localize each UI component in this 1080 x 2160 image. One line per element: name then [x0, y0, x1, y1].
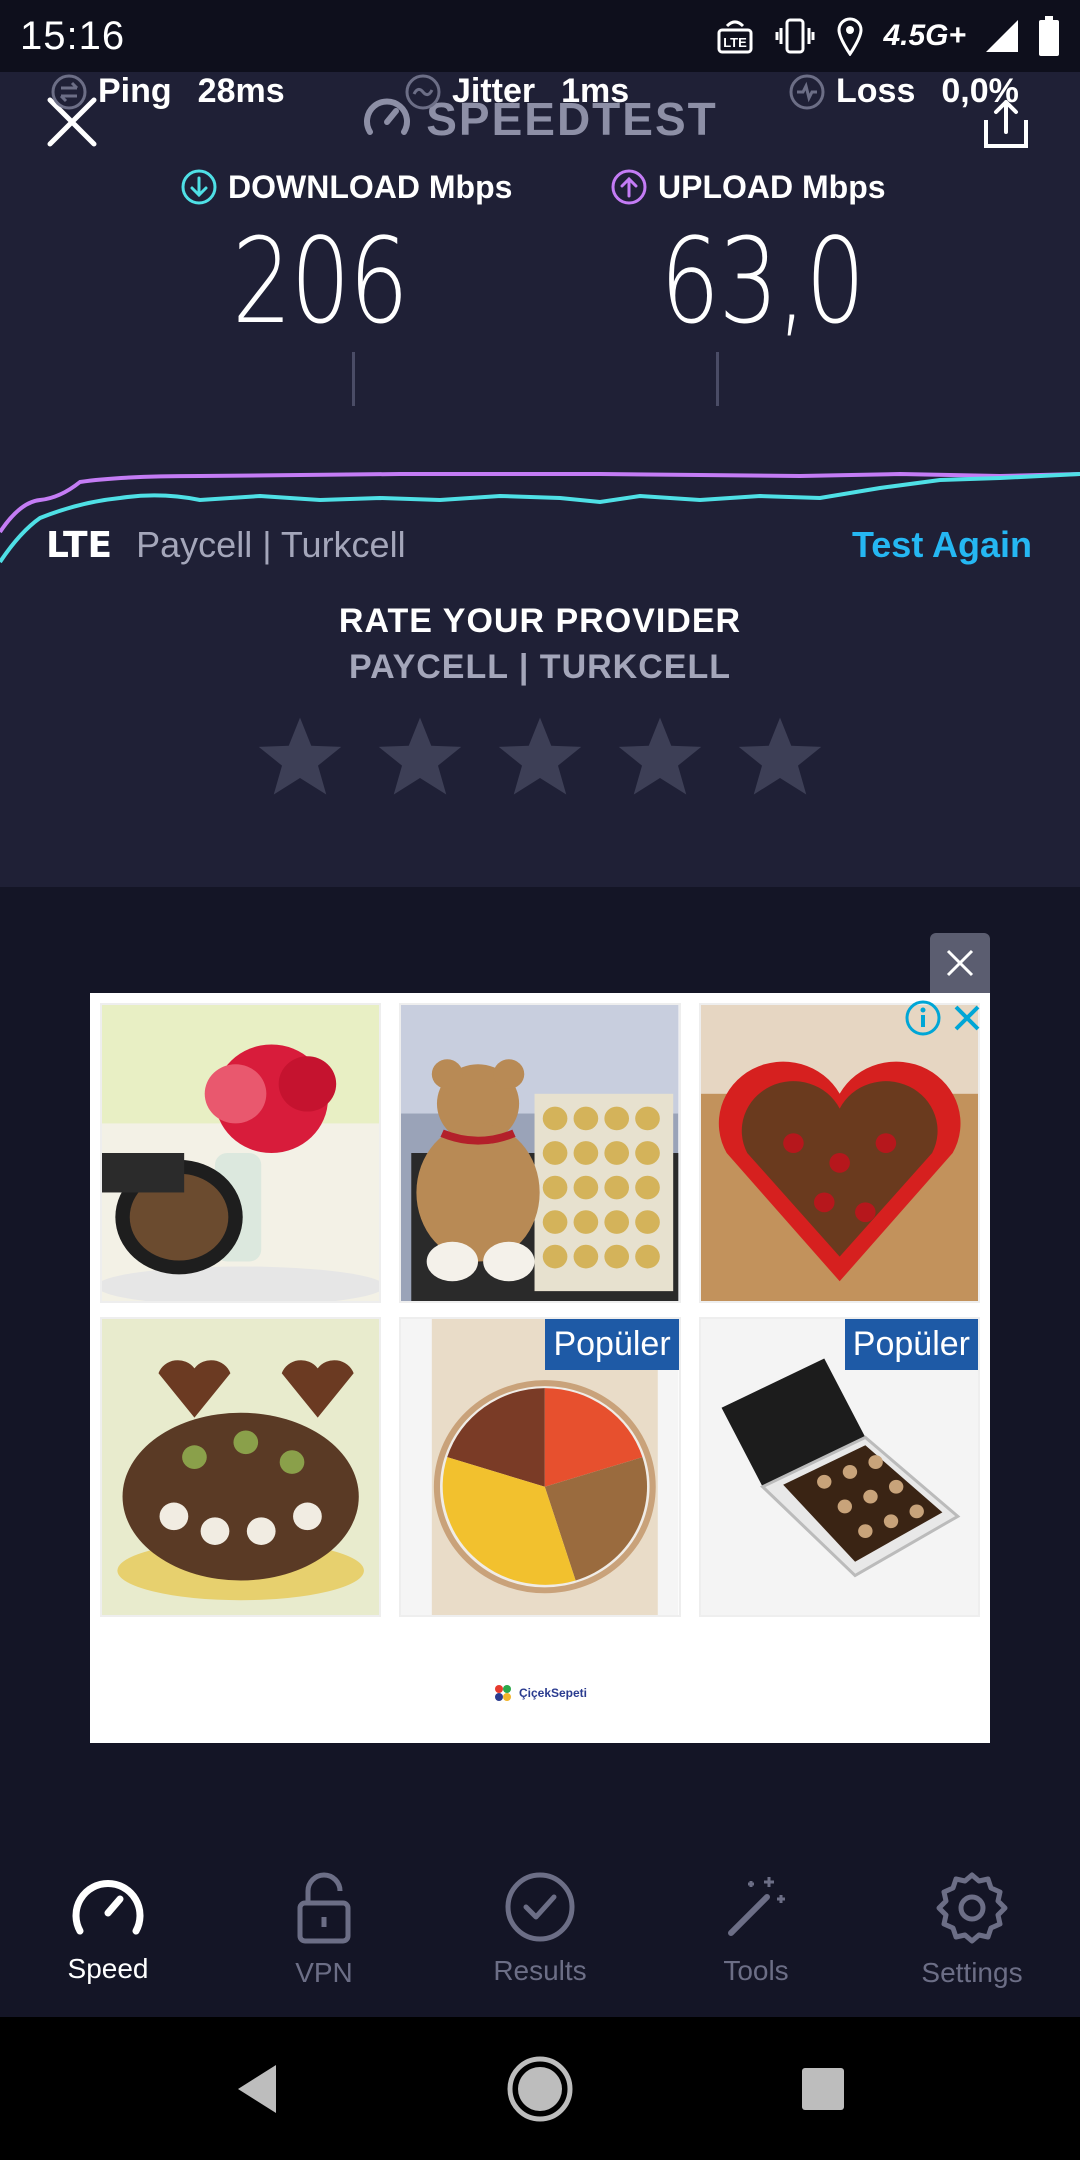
loss-stat: Loss 0,0%	[788, 72, 1019, 111]
nav-settings[interactable]: Settings	[864, 1847, 1080, 2017]
ping-value: 28ms	[197, 72, 285, 110]
volte-icon: LTE	[717, 20, 753, 54]
nav-vpn[interactable]: VPN	[216, 1847, 432, 2017]
nav-tools-label: Tools	[723, 1955, 789, 1986]
test-again-button[interactable]: Test Again	[852, 524, 1032, 566]
stat-divider	[716, 352, 719, 406]
loss-value: 0,0%	[941, 72, 1019, 110]
upload-label: UPLOAD Mbps	[658, 168, 886, 205]
jitter-icon	[405, 74, 441, 109]
download-arrow-icon	[181, 169, 217, 205]
signal-icon	[986, 20, 1018, 52]
stat-divider	[352, 352, 355, 406]
jitter-stat: Jitter 1ms	[404, 72, 629, 111]
download-value: 206	[232, 212, 409, 350]
ad-tile-heart-box[interactable]	[698, 1003, 980, 1303]
popular-badge: Popüler	[844, 1319, 978, 1370]
ad-area: Popüler Popüler ÇiçekSepeti	[0, 887, 1080, 1847]
speedometer-icon	[72, 1880, 144, 1935]
ad-product-grid: Popüler Popüler	[100, 1003, 980, 1617]
ad-tile-cake[interactable]	[100, 1317, 382, 1617]
nav-tools[interactable]: Tools	[648, 1847, 864, 2017]
teddy-bear-image	[401, 1005, 679, 1301]
connection-provider: Paycell | Turkcell	[136, 524, 406, 565]
gear-icon	[936, 1872, 1008, 1944]
home-icon[interactable]	[505, 2054, 575, 2124]
battery-icon	[1039, 16, 1059, 56]
nav-results-label: Results	[493, 1955, 587, 1986]
status-bar: 15:16 LTE 4.5G+	[0, 0, 1080, 72]
upload-arrow-icon	[611, 169, 647, 205]
ad-choices[interactable]	[904, 999, 984, 1037]
sponsor-name: ÇiçekSepeti	[518, 1686, 588, 1700]
star-3-icon[interactable]	[495, 712, 585, 802]
network-type-label: 4.5G+	[883, 19, 966, 52]
jitter-value: 1ms	[561, 72, 630, 110]
nav-vpn-label: VPN	[295, 1957, 353, 1988]
recents-icon[interactable]	[798, 2064, 848, 2114]
svg-text:LTE: LTE	[724, 35, 748, 50]
check-circle-icon	[505, 1872, 575, 1942]
sponsor-logo: ÇiçekSepeti	[90, 1683, 990, 1703]
magic-wand-icon	[728, 1877, 785, 1936]
unlock-icon	[297, 1872, 351, 1944]
ciceksepeti-logo-icon	[494, 1685, 511, 1701]
rating-stars	[0, 712, 1080, 802]
nav-settings-label: Settings	[921, 1957, 1023, 1988]
rate-title: RATE YOUR PROVIDER	[338, 602, 742, 640]
ping-icon	[51, 74, 87, 109]
download-header: DOWNLOAD Mbps	[180, 168, 512, 206]
ad-tile-teddy-bear[interactable]	[399, 1003, 681, 1303]
heart-box-image	[700, 1005, 978, 1301]
status-icons: LTE 4.5G+	[715, 16, 1060, 56]
upload-header: UPLOAD Mbps	[610, 168, 886, 206]
connection-info: LTE Paycell | Turkcell	[46, 524, 406, 566]
ad-tile-flowers-chocolates[interactable]	[100, 1003, 382, 1303]
loss-label: Loss	[836, 72, 916, 110]
close-icon	[946, 949, 974, 977]
star-1-icon[interactable]	[255, 712, 345, 802]
loss-icon	[789, 74, 825, 109]
info-icon[interactable]	[904, 999, 942, 1037]
connection-type: LTE	[46, 524, 113, 566]
rate-provider-name: PAYCELL | TURKCELL	[348, 648, 732, 686]
speedtest-panel: SPEEDTEST DOWNLOAD Mbps UPLOAD Mbps 206 …	[0, 72, 1080, 887]
upload-value: 63,0	[660, 212, 865, 350]
star-5-icon[interactable]	[735, 712, 825, 802]
ad-close-button[interactable]	[930, 933, 990, 993]
bottom-nav: Speed VPN Results Tools Settings	[0, 1847, 1080, 2017]
ad-dismiss-icon[interactable]	[950, 1001, 984, 1035]
star-4-icon[interactable]	[615, 712, 705, 802]
nav-speed[interactable]: Speed	[0, 1847, 216, 2017]
ping-stat: Ping 28ms	[50, 72, 285, 111]
screen: 15:16 LTE 4.5G+ SPEEDTEST DOWNLOAD Mbps …	[0, 0, 1080, 2160]
back-icon[interactable]	[232, 2061, 282, 2117]
popular-badge: Popüler	[545, 1319, 679, 1370]
ad-tile-candy-box[interactable]: Popüler	[399, 1317, 681, 1617]
ping-label: Ping	[98, 72, 172, 110]
status-time: 15:16	[20, 13, 126, 58]
chocolate-cake-image	[102, 1319, 380, 1615]
flowers-chocolate-image	[102, 1005, 380, 1301]
ad-banner[interactable]: Popüler Popüler ÇiçekSepeti	[90, 993, 990, 1743]
star-2-icon[interactable]	[375, 712, 465, 802]
ad-tile-bonnyfood-box[interactable]: Popüler	[698, 1317, 980, 1617]
system-navigation-bar	[0, 2017, 1080, 2160]
nav-results[interactable]: Results	[432, 1847, 648, 2017]
jitter-label: Jitter	[452, 72, 536, 110]
nav-speed-label: Speed	[67, 1953, 149, 1984]
location-icon	[837, 17, 863, 56]
vibrate-icon	[775, 18, 815, 54]
download-label: DOWNLOAD Mbps	[228, 168, 513, 205]
